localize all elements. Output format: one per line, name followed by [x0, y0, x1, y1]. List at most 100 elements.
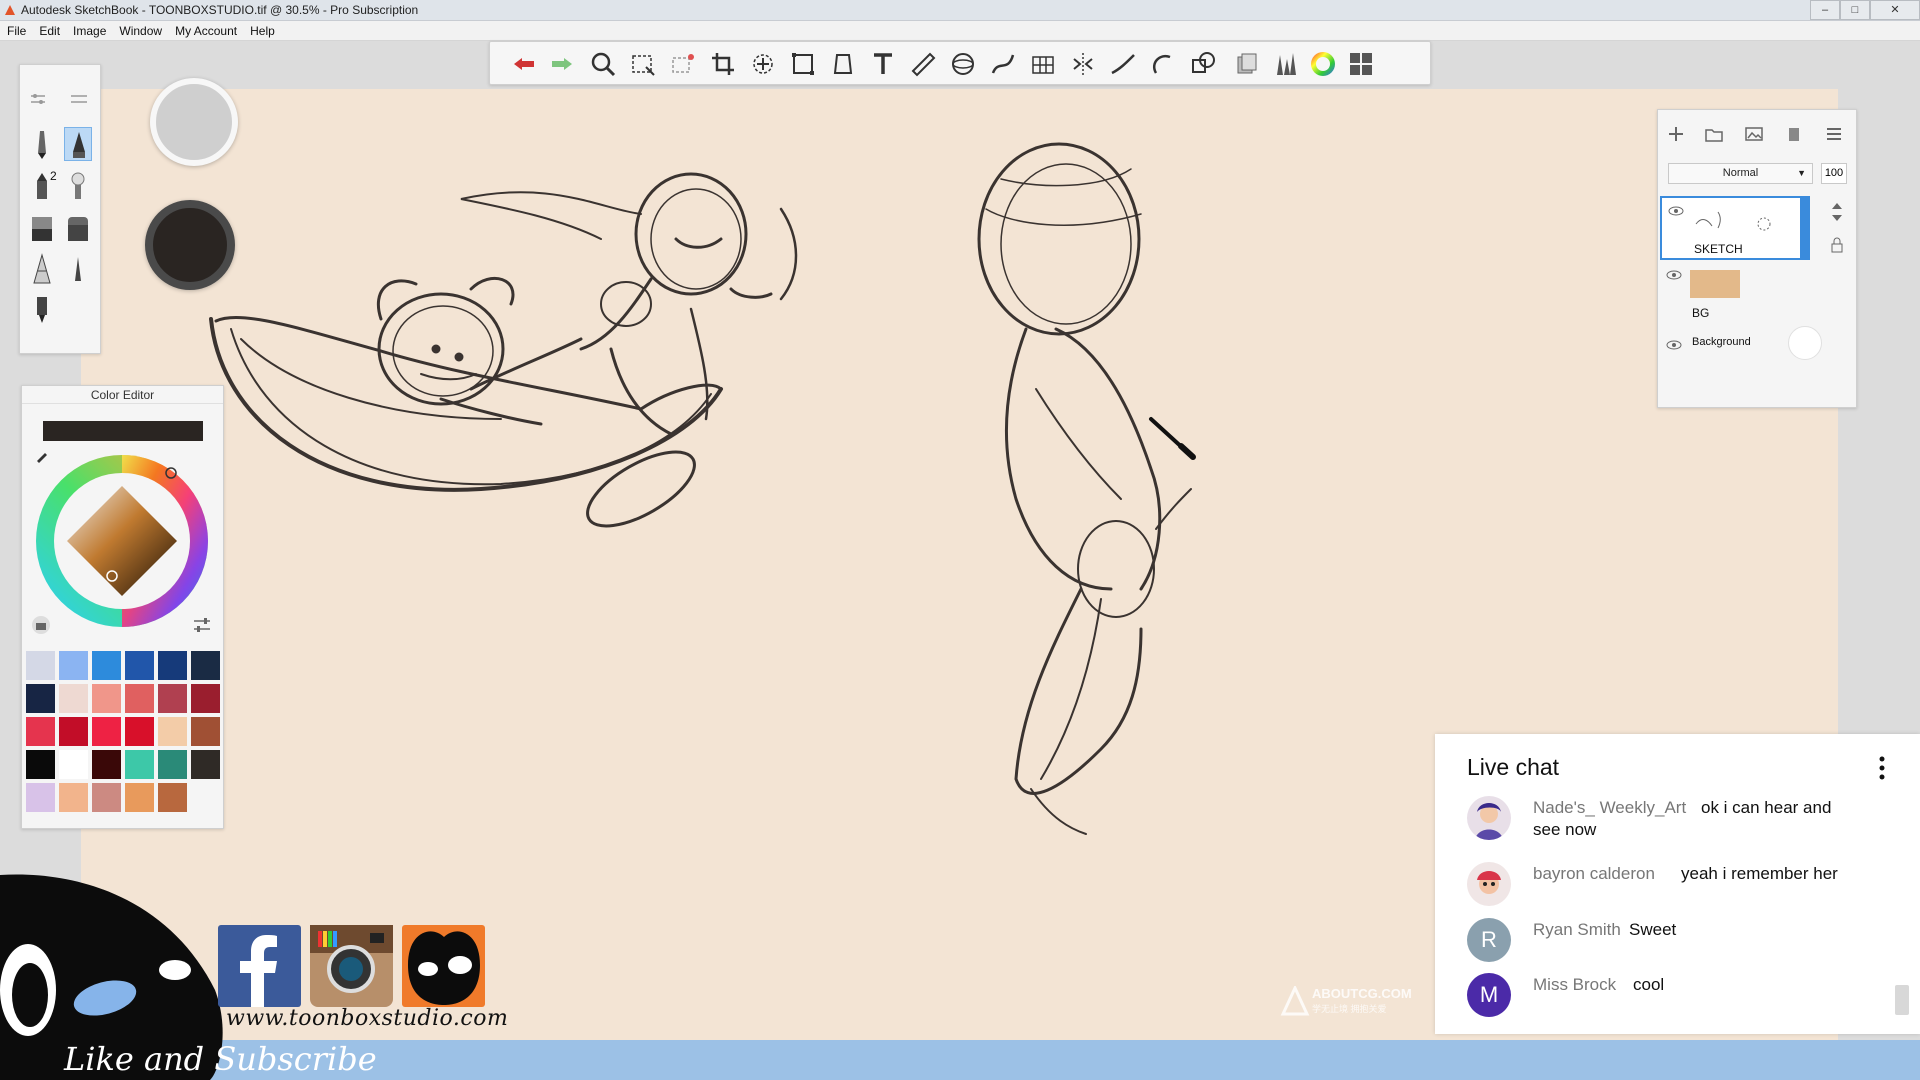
- distort-icon[interactable]: [788, 49, 818, 79]
- color-swatch[interactable]: [59, 750, 88, 779]
- color-swatch[interactable]: [92, 651, 121, 680]
- menu-edit[interactable]: Edit: [32, 21, 66, 38]
- predictive-stroke-icon[interactable]: [1188, 49, 1218, 79]
- brush-chisel-pen[interactable]: [64, 253, 92, 287]
- color-swatch[interactable]: [26, 684, 55, 713]
- color-swatch[interactable]: [59, 651, 88, 680]
- layer-menu-icon[interactable]: [1822, 122, 1846, 146]
- color-swatch[interactable]: [125, 717, 154, 746]
- more-options-icon[interactable]: [1872, 754, 1892, 782]
- toonbox-logo[interactable]: [402, 925, 485, 1007]
- color-swatch[interactable]: [59, 717, 88, 746]
- eye-icon[interactable]: [1666, 340, 1682, 350]
- copic-icon[interactable]: [1232, 49, 1262, 79]
- maximize-button[interactable]: □: [1840, 0, 1870, 20]
- select-icon[interactable]: [628, 49, 658, 79]
- color-swatch[interactable]: [26, 750, 55, 779]
- color-swatch[interactable]: [26, 651, 55, 680]
- zoom-icon[interactable]: [588, 49, 618, 79]
- brush-airbrush-hard[interactable]: [28, 211, 56, 245]
- ellipse-guide-icon[interactable]: [948, 49, 978, 79]
- color-swatch[interactable]: [125, 651, 154, 680]
- layer-move-icon[interactable]: [1826, 200, 1848, 224]
- ruler-icon[interactable]: [908, 49, 938, 79]
- menu-image[interactable]: Image: [66, 21, 112, 38]
- eye-icon[interactable]: [1666, 270, 1682, 280]
- color-swatch[interactable]: [191, 750, 220, 779]
- color-swatch[interactable]: [92, 684, 121, 713]
- background-color-swatch[interactable]: [1788, 326, 1822, 360]
- color-swatch[interactable]: [158, 750, 187, 779]
- color-swatch[interactable]: [26, 717, 55, 746]
- french-curve-icon[interactable]: [988, 49, 1018, 79]
- menu-help[interactable]: Help: [243, 21, 281, 38]
- layer-background[interactable]: Background: [1660, 326, 1850, 396]
- redo-icon[interactable]: [548, 49, 578, 79]
- layer-sketch[interactable]: SKETCH: [1660, 196, 1810, 260]
- menu-my-account[interactable]: My Account: [168, 21, 243, 38]
- fill-icon[interactable]: [828, 49, 858, 79]
- avatar[interactable]: [1467, 796, 1511, 840]
- menu-file[interactable]: File: [0, 21, 32, 38]
- color-swatch[interactable]: [59, 684, 88, 713]
- shape-icon[interactable]: [1148, 49, 1178, 79]
- close-button[interactable]: ✕: [1870, 0, 1920, 20]
- color-palette-lock-icon[interactable]: [30, 614, 52, 636]
- add-group-icon[interactable]: [1702, 122, 1726, 146]
- avatar[interactable]: M: [1467, 973, 1511, 1017]
- symmetry-icon[interactable]: [1068, 49, 1098, 79]
- brush-size-puck[interactable]: [150, 78, 238, 166]
- crop-icon[interactable]: [708, 49, 738, 79]
- brush-palette-grid-icon[interactable]: [70, 93, 88, 105]
- add-layer-icon[interactable]: [1664, 122, 1688, 146]
- color-swatch[interactable]: [59, 783, 88, 812]
- color-swatch[interactable]: [158, 684, 187, 713]
- brush-opacity-puck[interactable]: [145, 200, 235, 290]
- brush-ink-pen[interactable]: [64, 127, 92, 161]
- color-swatch[interactable]: [92, 783, 121, 812]
- color-swatch[interactable]: [26, 783, 55, 812]
- color-swatch[interactable]: [92, 717, 121, 746]
- brush-paintbrush[interactable]: [64, 169, 92, 203]
- brush-pencil[interactable]: [28, 127, 56, 161]
- undo-icon[interactable]: [508, 49, 538, 79]
- color-swatch[interactable]: [191, 717, 220, 746]
- brush-airbrush-soft[interactable]: [64, 211, 92, 245]
- color-swatch[interactable]: [92, 750, 121, 779]
- color-swatch[interactable]: [125, 684, 154, 713]
- clear-layer-icon[interactable]: [1782, 122, 1806, 146]
- layer-opacity-field[interactable]: 100: [1821, 163, 1847, 184]
- color-wheel-icon[interactable]: [1308, 49, 1338, 79]
- brush-marker[interactable]: 2: [28, 169, 57, 203]
- color-swatch[interactable]: [158, 651, 187, 680]
- layer-lock-icon[interactable]: [1828, 236, 1846, 254]
- brush-smudge[interactable]: [28, 253, 56, 287]
- color-swatch[interactable]: [158, 783, 187, 812]
- color-swatch[interactable]: [125, 783, 154, 812]
- brush-library-icon[interactable]: [1270, 49, 1300, 79]
- layers-icon[interactable]: [1346, 49, 1376, 79]
- add-image-icon[interactable]: [1742, 122, 1766, 146]
- color-swatch[interactable]: [125, 750, 154, 779]
- stroke-icon[interactable]: [1108, 49, 1138, 79]
- minimize-button[interactable]: –: [1810, 0, 1840, 20]
- transform-icon[interactable]: [748, 49, 778, 79]
- color-swatch[interactable]: [191, 651, 220, 680]
- color-swatch[interactable]: [191, 684, 220, 713]
- brush-palette-settings-icon[interactable]: [30, 93, 46, 105]
- perspective-icon[interactable]: [1028, 49, 1058, 79]
- lasso-select-icon[interactable]: [668, 49, 698, 79]
- chat-scrollbar[interactable]: [1895, 985, 1909, 1015]
- text-icon[interactable]: [868, 49, 898, 79]
- eye-icon[interactable]: [1668, 206, 1684, 216]
- brush-technical-pen[interactable]: [28, 291, 56, 325]
- color-swatch[interactable]: [158, 717, 187, 746]
- facebook-logo[interactable]: [218, 925, 301, 1007]
- color-sliders-icon[interactable]: [192, 616, 212, 634]
- avatar[interactable]: [1467, 862, 1511, 906]
- menu-window[interactable]: Window: [112, 21, 168, 38]
- color-wheel[interactable]: [32, 451, 212, 631]
- instagram-logo[interactable]: [310, 925, 393, 1007]
- blend-mode-select[interactable]: Normal ▼: [1668, 163, 1813, 184]
- layer-bg[interactable]: BG: [1660, 262, 1850, 326]
